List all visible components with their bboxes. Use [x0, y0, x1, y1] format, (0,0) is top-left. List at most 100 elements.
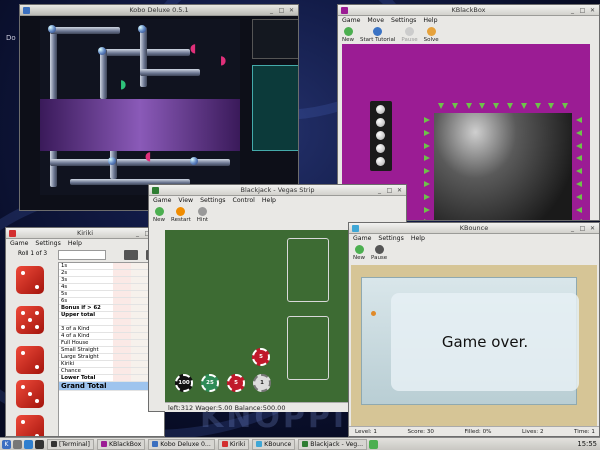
- close-icon[interactable]: ✕: [395, 186, 404, 195]
- blackjack-felt[interactable]: 5 100 25 5 1: [165, 230, 348, 402]
- tray-icon[interactable]: [369, 439, 379, 449]
- kobo-window[interactable]: Kobo Deluxe 0.5.1 _ □ ✕ ◖ ◗ ◖ ◗: [19, 4, 299, 211]
- maximize-icon[interactable]: □: [385, 186, 394, 195]
- score-cell[interactable]: [113, 368, 131, 374]
- laser-entry-arrow[interactable]: [451, 103, 458, 109]
- laser-entry-arrow[interactable]: [576, 168, 582, 175]
- score-cell[interactable]: [131, 298, 149, 304]
- score-cell[interactable]: [131, 263, 149, 269]
- menu-settings[interactable]: Settings: [378, 234, 403, 244]
- score-cell[interactable]: [131, 326, 149, 332]
- score-cell[interactable]: [113, 354, 131, 360]
- menu-settings[interactable]: Settings: [200, 196, 225, 206]
- minimize-icon[interactable]: _: [133, 229, 142, 238]
- taskbar-item[interactable]: Kiriki: [217, 438, 250, 450]
- close-icon[interactable]: ✕: [588, 224, 597, 233]
- menu-game[interactable]: Game: [353, 234, 371, 244]
- menu-help[interactable]: Help: [423, 16, 437, 26]
- score-cell[interactable]: [131, 291, 149, 297]
- laser-entry-arrow[interactable]: [424, 181, 430, 187]
- bet-chip[interactable]: 5: [252, 348, 270, 366]
- score-cell[interactable]: [113, 333, 131, 339]
- chip-100[interactable]: 100: [175, 374, 193, 392]
- score-cell[interactable]: [131, 284, 149, 290]
- score-cell[interactable]: [131, 368, 149, 374]
- die-button[interactable]: [16, 346, 44, 374]
- blackbox-grid[interactable]: [434, 113, 572, 220]
- desktop-icon[interactable]: [13, 439, 22, 449]
- kbounce-playfield[interactable]: Game over.: [351, 265, 597, 429]
- kobo-titlebar[interactable]: Kobo Deluxe 0.5.1 _ □ ✕: [20, 5, 298, 16]
- pause-button[interactable]: Pause: [371, 245, 387, 261]
- new-button[interactable]: New: [353, 245, 365, 261]
- kmenu-icon[interactable]: K: [2, 439, 11, 449]
- score-cell[interactable]: [113, 375, 131, 381]
- new-button[interactable]: New: [153, 207, 165, 223]
- pause-button[interactable]: Pause: [401, 27, 418, 43]
- score-cell[interactable]: [113, 312, 131, 318]
- score-cell[interactable]: [113, 298, 131, 304]
- taskbar-item[interactable]: Blackjack - Veg...: [298, 438, 368, 450]
- terminal-icon[interactable]: [35, 439, 44, 449]
- maximize-icon[interactable]: □: [277, 6, 286, 15]
- score-cell[interactable]: [131, 375, 149, 381]
- die-button[interactable]: [16, 266, 44, 294]
- score-cell[interactable]: [113, 277, 131, 283]
- score-cell[interactable]: [113, 361, 131, 367]
- laser-entry-arrow[interactable]: [576, 117, 582, 123]
- score-cell[interactable]: [113, 340, 131, 346]
- menu-game[interactable]: Game: [153, 196, 171, 206]
- laser-entry-arrow[interactable]: [424, 117, 430, 123]
- minimize-icon[interactable]: _: [568, 6, 577, 15]
- laser-entry-arrow[interactable]: [576, 206, 582, 213]
- new-button[interactable]: New: [342, 27, 354, 43]
- laser-entry-arrow[interactable]: [576, 129, 582, 136]
- menu-help[interactable]: Help: [411, 234, 425, 244]
- taskbar-item[interactable]: KBlackBox: [96, 438, 146, 450]
- score-cell[interactable]: [131, 312, 149, 318]
- menu-control[interactable]: Control: [233, 196, 255, 206]
- laser-entry-arrow[interactable]: [576, 181, 582, 187]
- laser-entry-arrow[interactable]: [438, 103, 444, 109]
- score-cell[interactable]: [113, 284, 131, 290]
- laser-entry-arrow[interactable]: [548, 103, 555, 109]
- score-cell[interactable]: [131, 354, 149, 360]
- kbounce-window[interactable]: KBounce _ □ ✕ Game Settings Help New Pau…: [348, 222, 600, 437]
- score-cell[interactable]: [113, 319, 131, 325]
- taskbar-item[interactable]: [Terminal]: [47, 438, 94, 450]
- laser-entry-arrow[interactable]: [424, 193, 430, 200]
- player-name-field[interactable]: [58, 250, 106, 260]
- laser-entry-arrow[interactable]: [479, 103, 486, 109]
- menu-settings[interactable]: Settings: [391, 16, 416, 26]
- die-button[interactable]: [16, 380, 44, 408]
- maximize-icon[interactable]: □: [578, 6, 587, 15]
- blackjack-titlebar[interactable]: Blackjack - Vegas Strip _ □ ✕: [149, 185, 406, 196]
- minimize-icon[interactable]: _: [568, 224, 577, 233]
- kiriki-titlebar[interactable]: Kiriki _ □ ✕: [6, 228, 164, 239]
- chip-1[interactable]: 1: [253, 374, 271, 392]
- score-cell[interactable]: [131, 305, 149, 311]
- maximize-icon[interactable]: □: [578, 224, 587, 233]
- laser-entry-arrow[interactable]: [493, 103, 500, 109]
- laser-entry-arrow[interactable]: [424, 155, 430, 162]
- laser-entry-arrow[interactable]: [520, 103, 527, 109]
- minimize-icon[interactable]: _: [267, 6, 276, 15]
- start-tutorial-button[interactable]: Start Tutorial: [360, 27, 395, 43]
- close-icon[interactable]: ✕: [287, 6, 296, 15]
- laser-entry-arrow[interactable]: [424, 219, 430, 220]
- score-cell[interactable]: [113, 326, 131, 332]
- close-icon[interactable]: ✕: [588, 6, 597, 15]
- menu-game[interactable]: Game: [342, 16, 360, 26]
- score-cell[interactable]: [113, 270, 131, 276]
- minimize-icon[interactable]: _: [375, 186, 384, 195]
- menu-help[interactable]: Help: [262, 196, 276, 206]
- score-cell[interactable]: [131, 347, 149, 353]
- menu-move[interactable]: Move: [367, 16, 384, 26]
- laser-entry-arrow[interactable]: [562, 103, 569, 109]
- menu-view[interactable]: View: [178, 196, 193, 206]
- kbounce-titlebar[interactable]: KBounce _ □ ✕: [349, 223, 599, 234]
- laser-entry-arrow[interactable]: [576, 219, 582, 220]
- laser-entry-arrow[interactable]: [534, 103, 541, 109]
- score-cell[interactable]: [131, 319, 149, 325]
- menu-settings[interactable]: Settings: [35, 239, 60, 249]
